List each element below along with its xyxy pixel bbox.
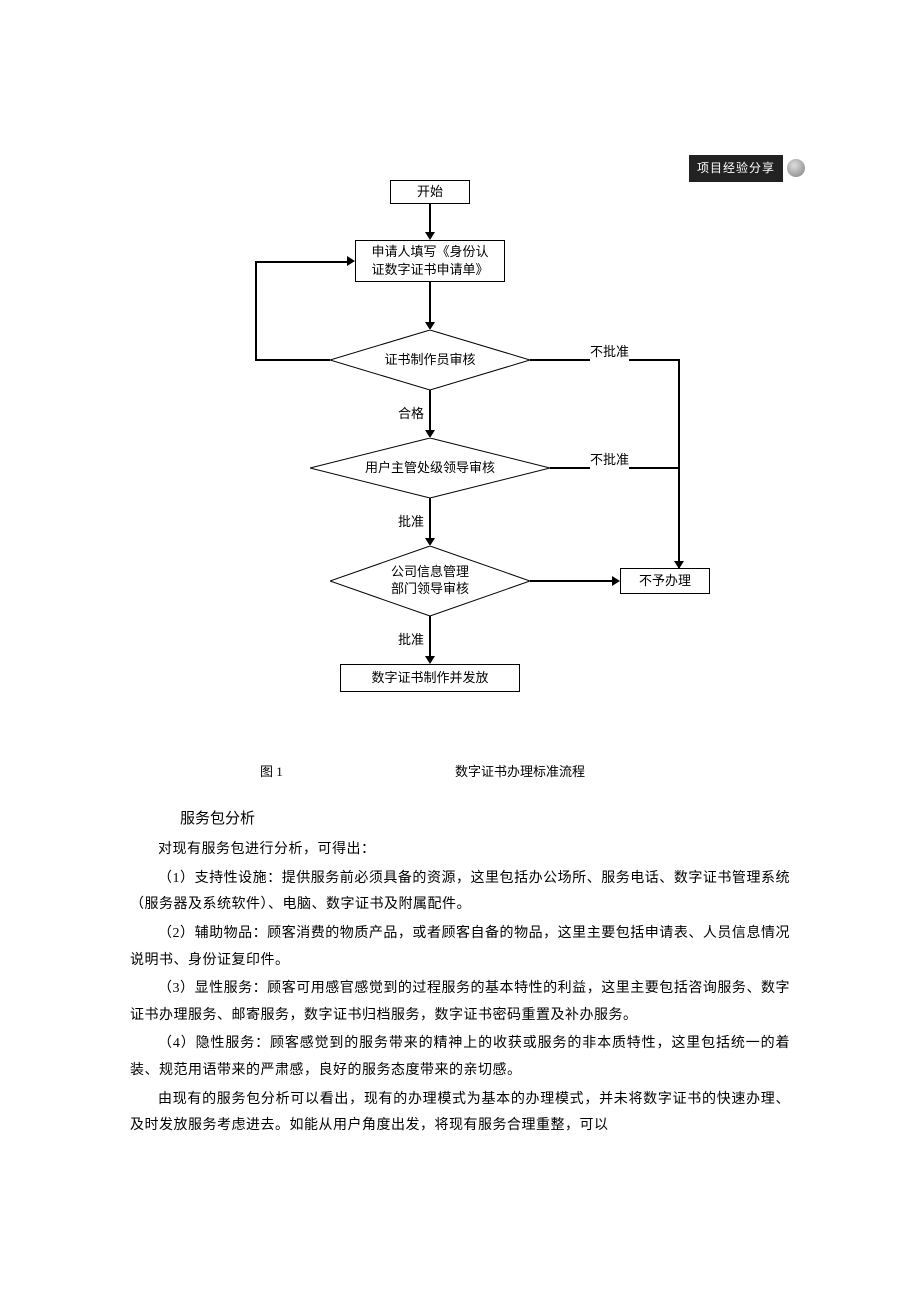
header-tag-label: 项目经验分享 <box>689 155 783 182</box>
fc-reject-label: 不予办理 <box>639 572 691 590</box>
fc-final: 数字证书制作并发放 <box>340 664 520 692</box>
fc-final-label: 数字证书制作并发放 <box>371 669 488 687</box>
figure-number: 图 1 <box>220 760 340 785</box>
paragraph-3: （3）显性服务：顾客可用感官感觉到的过程服务的基本特性的利益，这里主要包括咨询服… <box>130 976 790 1029</box>
fc-edge-pass-2: 批准 <box>398 510 424 535</box>
fc-review-3: 公司信息管理 部门领导审核 <box>330 546 530 616</box>
section-title: 服务包分析 <box>180 805 790 834</box>
paragraph-intro: 对现有服务包进行分析，可得出： <box>130 837 790 864</box>
fc-edge-pass-3: 批准 <box>398 628 424 653</box>
fc-edge-pass-1: 合格 <box>398 402 424 427</box>
paragraph-2: （2）辅助物品：顾客消费的物质产品，或者顾客自备的物品，这里主要包括申请表、人员… <box>130 921 790 974</box>
flowchart: 开始 申请人填写《身份认 证数字证书申请单》 证书制作员审核 不批准 合格 用户… <box>200 180 720 750</box>
fc-review-1-label: 证书制作员审核 <box>384 352 475 369</box>
fc-review-1: 证书制作员审核 <box>330 330 530 390</box>
fc-edge-reject-2: 不批准 <box>590 448 629 473</box>
fc-review-2: 用户主管处级领导审核 <box>310 438 550 498</box>
header-tag-dot-icon <box>787 159 805 177</box>
fc-reject: 不予办理 <box>620 568 710 594</box>
fc-start-label: 开始 <box>417 183 443 201</box>
fc-step-1-label: 申请人填写《身份认 证数字证书申请单》 <box>371 243 488 279</box>
fc-start: 开始 <box>390 180 470 204</box>
header-tag: 项目经验分享 <box>689 155 805 182</box>
fc-review-2-label: 用户主管处级领导审核 <box>365 460 495 477</box>
paragraph-1: （1）支持性设施：提供服务前必须具备的资源，这里包括办公场所、服务电话、数字证书… <box>130 866 790 919</box>
fc-step-1: 申请人填写《身份认 证数字证书申请单》 <box>355 240 505 282</box>
fc-review-3-label: 公司信息管理 部门领导审核 <box>391 564 469 598</box>
figure-title: 数字证书办理标准流程 <box>340 760 700 785</box>
paragraph-5: 由现有的服务包分析可以看出，现有的办理模式为基本的办理模式，并未将数字证书的快速… <box>130 1087 790 1140</box>
paragraph-4: （4）隐性服务：顾客感觉到的服务带来的精神上的收获或服务的非本质特性，这里包括统… <box>130 1031 790 1084</box>
figure-caption: 图 1 数字证书办理标准流程 <box>220 760 700 785</box>
fc-edge-reject-1: 不批准 <box>590 340 629 365</box>
